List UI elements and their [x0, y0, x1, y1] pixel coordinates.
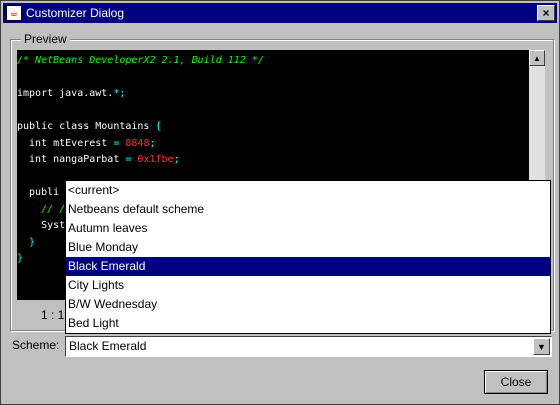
code-token: int nangaParbat	[17, 154, 126, 165]
scheme-selected-value: Black Emerald	[69, 339, 147, 353]
scroll-up-icon[interactable]: ▲	[529, 50, 545, 66]
code-token: int mtEverest	[17, 137, 114, 149]
scheme-label: Scheme:	[12, 338, 60, 352]
code-token: Syst	[17, 220, 66, 231]
code-token: }	[17, 236, 36, 248]
code-line: public class Mountains {	[17, 119, 162, 135]
scheme-option[interactable]: <current>	[66, 181, 550, 200]
scheme-dropdown-list: <current> Netbeans default scheme Autumn l…	[65, 180, 551, 334]
code-token: }	[17, 253, 24, 264]
code-line: int mtEverest = 8848;	[17, 136, 156, 152]
code-token: import java.awt.	[17, 88, 114, 99]
scheme-combobox[interactable]: Black Emerald ▼	[65, 336, 552, 357]
code-token: 8848	[119, 137, 150, 149]
code-token: ;	[119, 88, 126, 99]
code-token: 0x1fbe	[131, 154, 174, 165]
title-bar[interactable]: ☕ Customizer Dialog ×	[3, 3, 557, 23]
code-line: /* NetBeans DeveloperX2 2.1, Build 112 *…	[17, 53, 264, 69]
scheme-option[interactable]: B/W Wednesday	[66, 295, 550, 314]
code-token: ;	[173, 154, 180, 165]
scheme-option[interactable]: Black Emerald	[66, 257, 550, 276]
scheme-option[interactable]: Autumn leaves	[66, 219, 550, 238]
scheme-option[interactable]: Bed Light	[66, 314, 550, 333]
code-line: }	[17, 251, 23, 267]
preview-legend: Preview	[21, 32, 70, 46]
code-line: Syst	[17, 218, 65, 234]
scheme-option[interactable]: Netbeans default scheme	[66, 200, 550, 219]
code-line: }	[17, 235, 35, 251]
code-line: publi	[17, 185, 59, 201]
scheme-option[interactable]: City Lights	[66, 276, 550, 295]
cursor-position: 1 : 1	[41, 308, 65, 322]
window-title: Customizer Dialog	[26, 6, 125, 20]
close-window-icon[interactable]: ×	[537, 5, 555, 21]
customizer-dialog: ☕ Customizer Dialog × Preview /* NetBean…	[0, 0, 560, 405]
java-cup-icon: ☕	[6, 5, 22, 21]
code-line: import java.awt.*;	[17, 86, 125, 102]
code-token: /* NetBeans DeveloperX2 2.1, Build 112 *…	[17, 55, 264, 66]
code-line: int nangaParbat = 0x1fbe;	[17, 152, 180, 168]
chevron-down-icon[interactable]: ▼	[533, 338, 550, 355]
code-token: ;	[149, 137, 156, 149]
code-token: public class Mountains	[17, 121, 156, 132]
code-token: publi	[17, 187, 60, 198]
code-token: // /	[17, 203, 66, 215]
code-token: {	[155, 121, 162, 132]
scheme-option[interactable]: Blue Monday	[66, 238, 550, 257]
close-button[interactable]: Close	[484, 370, 548, 394]
code-line: // /	[17, 202, 65, 218]
